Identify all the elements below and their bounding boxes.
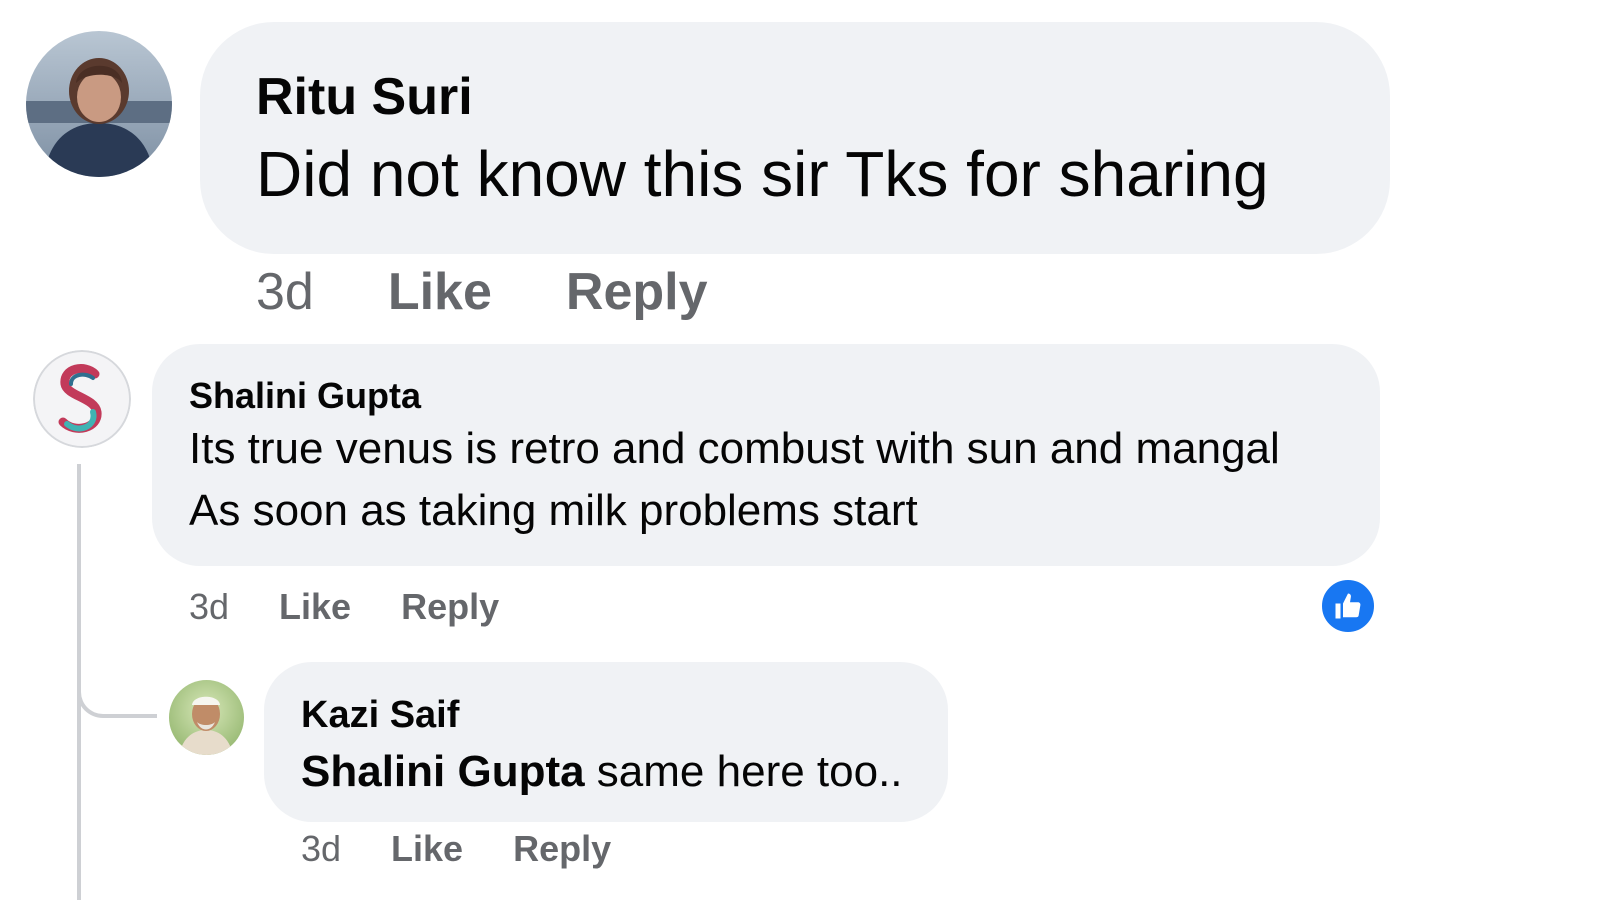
comment-text-line: Its true venus is retro and combust with… (189, 424, 1280, 473)
comment-text-line: As soon as taking milk problems start (189, 486, 918, 535)
avatar[interactable] (33, 350, 131, 448)
comment-timestamp[interactable]: 3d (256, 262, 314, 322)
comment-bubble: Shalini Gupta Its true venus is retro an… (152, 344, 1380, 566)
comment-author[interactable]: Ritu Suri (256, 66, 1390, 128)
avatar-photo-woman-icon (26, 31, 172, 177)
like-button[interactable]: Like (388, 262, 492, 322)
like-button[interactable]: Like (279, 586, 351, 628)
reply-button[interactable]: Reply (401, 586, 499, 628)
comment-author[interactable]: Kazi Saif (301, 692, 948, 738)
reply-bubble: Kazi Saif Shalini Gupta same here too.. (264, 662, 948, 822)
thumbs-up-icon (1335, 593, 1361, 619)
avatar[interactable] (169, 680, 244, 755)
comment-actions: 3d Like Reply (301, 828, 661, 870)
avatar-photo-man-icon (169, 680, 244, 755)
mention-link[interactable]: Shalini Gupta (301, 747, 585, 796)
comment-text: Shalini Gupta same here too.. (301, 742, 948, 802)
comment-timestamp[interactable]: 3d (301, 828, 341, 870)
like-reaction-icon[interactable] (1320, 578, 1376, 634)
comment-actions: 3d Like Reply (189, 586, 549, 628)
comment-timestamp[interactable]: 3d (189, 586, 229, 628)
avatar-monogram-s-icon (33, 350, 131, 448)
avatar[interactable] (26, 31, 172, 177)
reply-button[interactable]: Reply (566, 262, 708, 322)
comment-bubble: Ritu Suri Did not know this sir Tks for … (200, 22, 1390, 254)
reply-button[interactable]: Reply (513, 828, 611, 870)
comment-text: Did not know this sir Tks for sharing (256, 138, 1269, 210)
like-button[interactable]: Like (391, 828, 463, 870)
comment-author[interactable]: Shalini Gupta (189, 374, 1380, 418)
comment-actions: 3d Like Reply (256, 262, 782, 322)
reply-text: same here too.. (584, 747, 903, 796)
thread-branch-connector (77, 640, 157, 718)
